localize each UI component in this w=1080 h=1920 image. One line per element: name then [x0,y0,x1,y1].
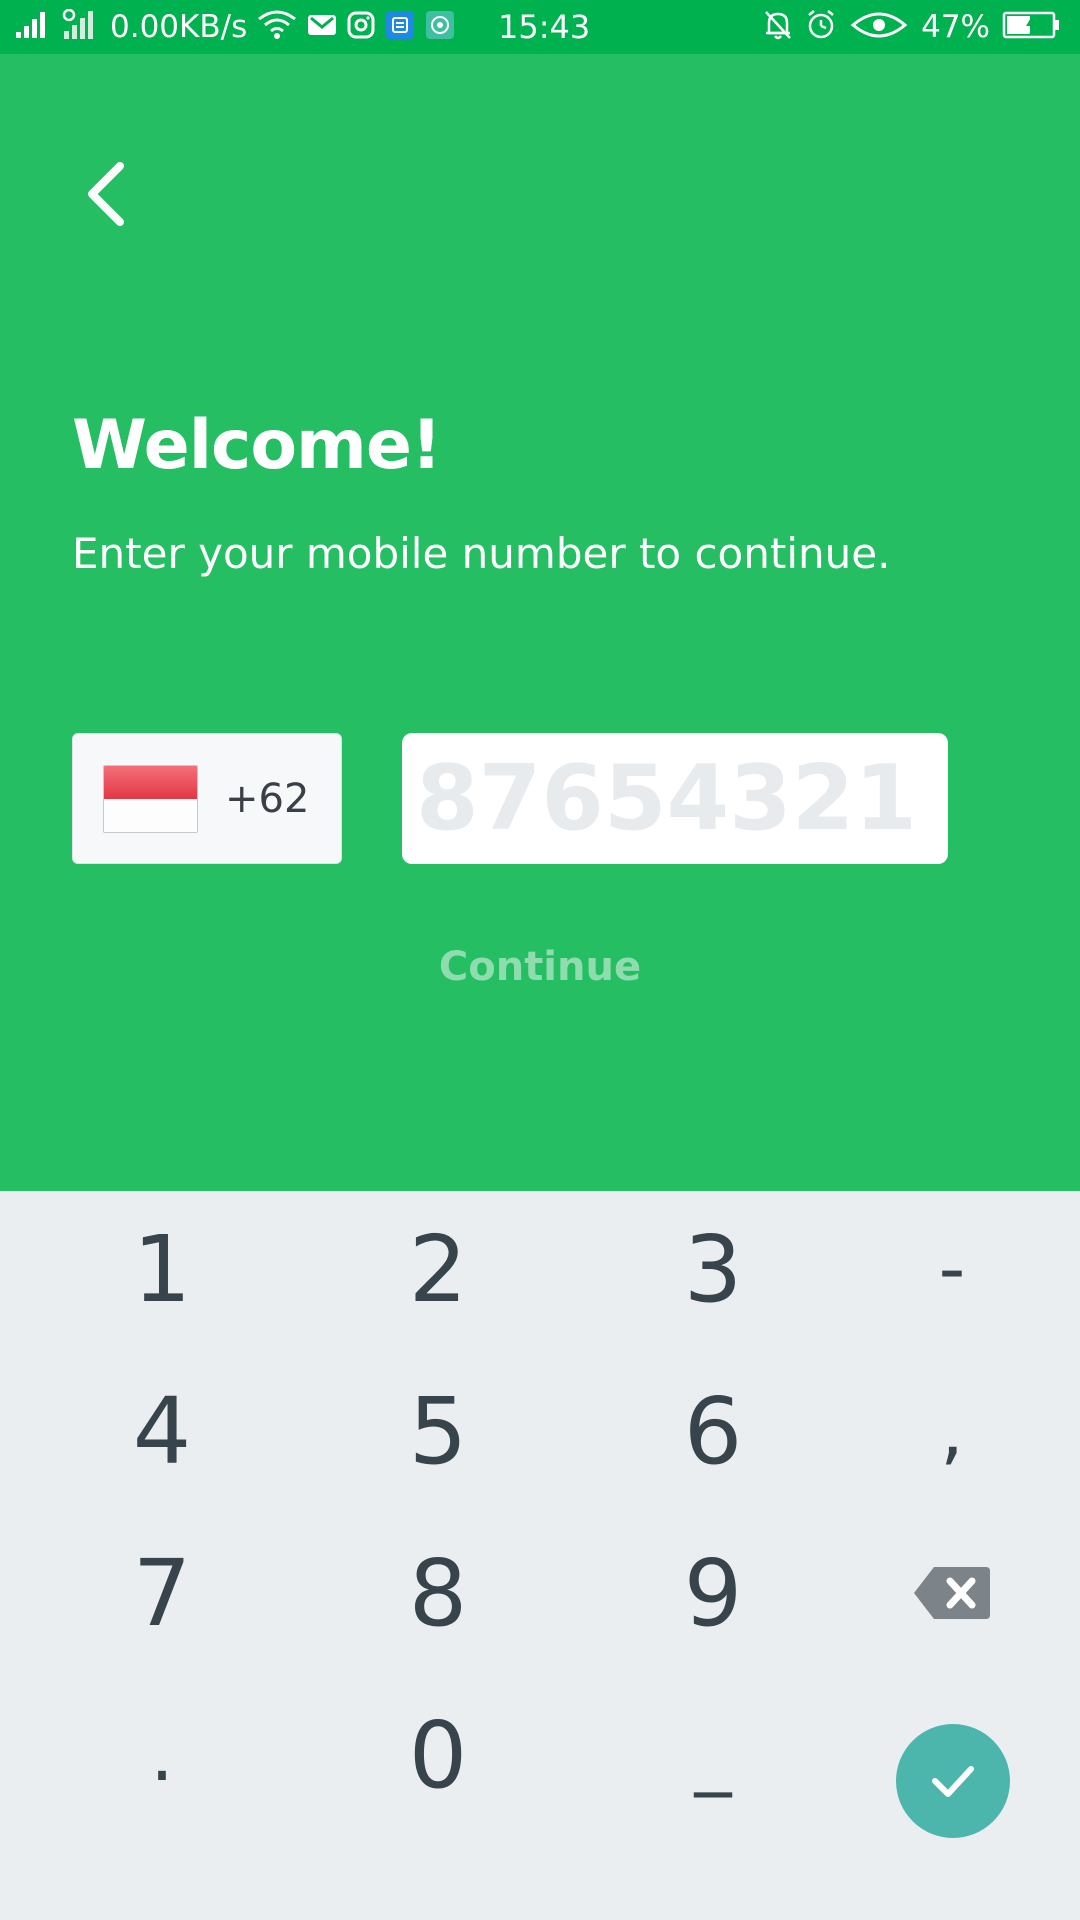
alarm-icon [805,9,837,45]
key-6[interactable]: 6 [593,1356,833,1506]
key-8[interactable]: 8 [318,1518,558,1668]
instagram-icon [347,11,375,43]
country-dial-code: +62 [225,776,310,822]
key-space[interactable]: _ [593,1680,833,1830]
status-left: 0.00KB/s [16,0,455,54]
back-arrow-icon [88,162,124,226]
page-title: Welcome! [72,406,442,485]
location-app-icon [425,10,455,44]
message-app-icon [385,10,415,44]
eye-comfort-icon [849,9,909,45]
key-1[interactable]: 1 [42,1194,282,1344]
done-button[interactable] [896,1724,1010,1838]
wifi-icon [257,9,297,45]
key-9[interactable]: 9 [593,1518,833,1668]
network-speed: 0.00KB/s [110,9,248,45]
battery-percent: 47% [921,9,990,45]
country-code-selector[interactable]: +62 [72,733,342,864]
login-panel: Welcome! Enter your mobile number to con… [0,54,1080,1191]
clock: 15:43 [498,8,591,46]
numeric-keypad: 1 2 3 - 4 5 6 , 7 8 9 . 0 _ [0,1191,1080,1920]
key-3[interactable]: 3 [593,1194,833,1344]
continue-button[interactable]: Continue [0,944,1080,990]
gmail-icon [307,12,337,42]
key-5[interactable]: 5 [318,1356,558,1506]
mute-bell-icon [763,9,793,45]
phone-number-input[interactable] [402,733,948,864]
status-bar: 0.00KB/s 15:43 47% [0,0,1080,54]
key-7[interactable]: 7 [42,1518,282,1668]
backspace-icon [914,1567,990,1619]
signal-icon [16,10,52,44]
backspace-key[interactable] [832,1518,1072,1668]
key-0[interactable]: 0 [318,1680,558,1830]
key-4[interactable]: 4 [42,1356,282,1506]
key-dot[interactable]: . [42,1680,282,1830]
key-2[interactable]: 2 [318,1194,558,1344]
flag-indonesia-icon [103,765,198,833]
back-button[interactable] [76,154,136,234]
key-comma[interactable]: , [832,1356,1072,1506]
page-subtitle: Enter your mobile number to continue. [72,529,891,578]
check-icon [932,1766,974,1797]
key-dash[interactable]: - [832,1194,1072,1344]
battery-charging-icon [1002,10,1060,44]
signal-2-icon [62,8,100,45]
status-right: 47% [763,0,1060,54]
